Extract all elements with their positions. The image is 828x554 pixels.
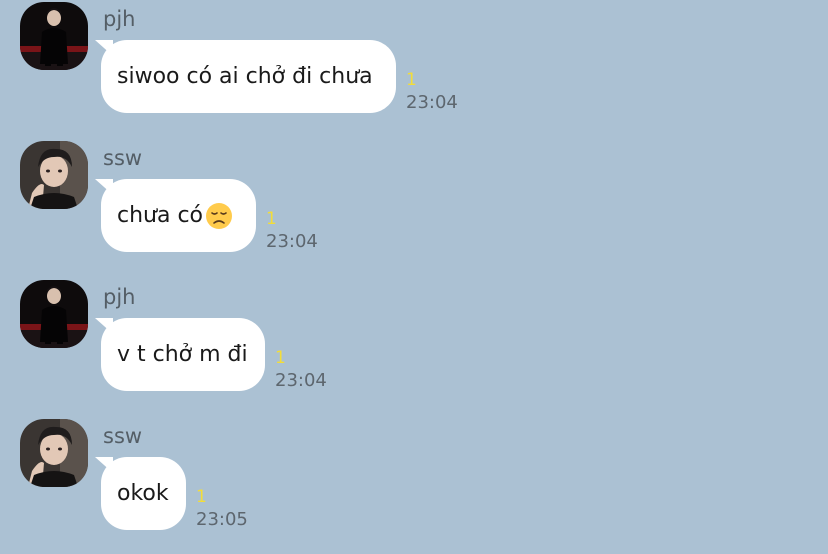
avatar[interactable] (20, 2, 88, 70)
avatar[interactable] (20, 419, 88, 487)
message-bubble[interactable]: v t chở m đi (95, 318, 265, 391)
message-text: chưa có (117, 203, 204, 228)
chat-message: pjh siwoo có ai chở đi chưa 1 23:04 (0, 0, 828, 135)
sender-name: ssw (103, 424, 143, 448)
message-text: okok (117, 481, 169, 506)
message-meta: 1 23:04 (275, 347, 327, 393)
message-text: siwoo có ai chở đi chưa (117, 64, 373, 89)
chat-message: ssw chưa có 1 23:04 (0, 139, 828, 274)
message-bubble[interactable]: okok (95, 457, 186, 530)
profile-photo-pjh-icon (20, 280, 88, 348)
sender-name: pjh (103, 7, 136, 31)
message-time: 23:05 (196, 509, 248, 530)
avatar[interactable] (20, 141, 88, 209)
sender-name: ssw (103, 146, 143, 170)
message-bubble[interactable]: siwoo có ai chở đi chưa (95, 40, 396, 113)
unread-count: 1 (266, 209, 277, 229)
avatar[interactable] (20, 280, 88, 348)
message-meta: 1 23:04 (406, 69, 458, 115)
message-time: 23:04 (406, 92, 458, 113)
message-time: 23:04 (266, 231, 318, 252)
unread-count: 1 (275, 348, 286, 368)
chat-message: ssw okok 1 23:05 (0, 417, 828, 552)
message-text: v t chở m đi (117, 342, 248, 367)
chat-message-list: pjh siwoo có ai chở đi chưa 1 23:04 ssw … (0, 0, 828, 554)
sender-name: pjh (103, 285, 136, 309)
disappointed-face-icon (206, 202, 233, 229)
chat-message: pjh v t chở m đi 1 23:04 (0, 278, 828, 413)
message-time: 23:04 (275, 370, 327, 391)
profile-photo-ssw-icon (20, 141, 88, 209)
message-bubble[interactable]: chưa có (95, 179, 256, 252)
message-meta: 1 23:05 (196, 486, 248, 532)
message-meta: 1 23:04 (266, 208, 318, 254)
profile-photo-ssw-icon (20, 419, 88, 487)
profile-photo-pjh-icon (20, 2, 88, 70)
unread-count: 1 (196, 487, 207, 507)
unread-count: 1 (406, 70, 417, 90)
